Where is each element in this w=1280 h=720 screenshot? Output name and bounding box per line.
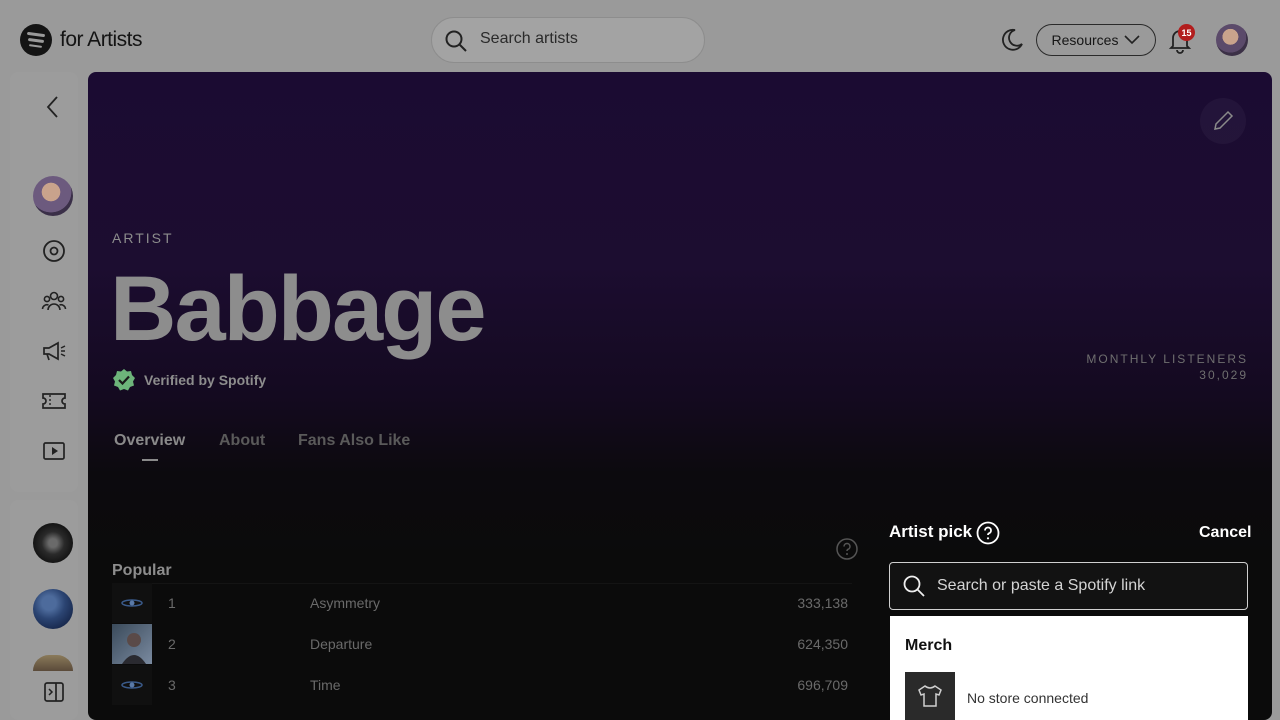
spotify-for-artists-logo[interactable]: for Artists: [20, 24, 143, 56]
help-question-icon[interactable]: [836, 538, 858, 560]
artist-switch-avatar[interactable]: [33, 655, 73, 671]
user-avatar[interactable]: [1216, 24, 1248, 56]
artist-type-label: ARTIST: [112, 230, 174, 246]
merch-item-text[interactable]: No store connected: [967, 690, 1088, 706]
verified-badge: Verified by Spotify: [112, 368, 266, 392]
resources-dropdown-button[interactable]: Resources: [1036, 24, 1156, 56]
monthly-listeners-value: 30,029: [1199, 368, 1248, 382]
search-icon: [445, 30, 467, 52]
sidebar-artist-switcher: [10, 500, 78, 720]
audience-people-icon[interactable]: [41, 288, 67, 314]
tab-fans-also-like[interactable]: Fans Also Like: [298, 432, 410, 450]
track-row[interactable]: 1 Asymmetry 333,138: [112, 583, 852, 623]
artist-pick-search-input[interactable]: [937, 577, 1227, 595]
monthly-listeners-label: MONTHLY LISTENERS: [1086, 352, 1248, 366]
tshirt-icon: [918, 685, 942, 707]
merch-item-thumbnail[interactable]: [905, 672, 955, 720]
tab-overview[interactable]: Overview: [114, 432, 185, 450]
artist-switch-avatar[interactable]: [33, 589, 73, 629]
cancel-button[interactable]: Cancel: [1199, 524, 1251, 542]
search-input[interactable]: [480, 30, 680, 48]
track-artwork: [112, 624, 152, 664]
pencil-icon: [1214, 110, 1234, 130]
popular-heading: Popular: [112, 562, 172, 579]
artist-pick-search[interactable]: [889, 562, 1248, 610]
notification-count-badge: 15: [1178, 24, 1195, 41]
video-play-icon[interactable]: [41, 438, 67, 464]
logo-text: for Artists: [60, 28, 143, 51]
verified-label: Verified by Spotify: [144, 372, 267, 388]
track-artwork: [112, 583, 152, 623]
track-plays: 624,350: [797, 636, 848, 652]
hero-moon-image: [733, 106, 833, 280]
track-plays: 696,709: [797, 677, 848, 693]
track-row[interactable]: 3 Time 696,709: [112, 665, 852, 705]
track-number: 3: [168, 677, 176, 693]
track-number: 2: [168, 636, 176, 652]
search-bar[interactable]: [431, 17, 705, 63]
artist-avatar[interactable]: [33, 176, 73, 216]
track-title: Time: [310, 677, 341, 693]
track-title: Departure: [310, 636, 373, 652]
track-number: 1: [168, 595, 176, 611]
track-row[interactable]: 2 Departure 624,350: [112, 624, 852, 664]
artist-switch-avatar[interactable]: [33, 523, 73, 563]
artist-name-heading: Babbage: [110, 258, 487, 360]
search-icon: [903, 575, 925, 597]
help-question-icon[interactable]: [976, 521, 1000, 545]
collapse-back-chevron-icon[interactable]: [41, 94, 67, 120]
chevron-down-icon: [1124, 35, 1141, 45]
artist-pick-dropdown: Merch No store connected: [890, 616, 1248, 720]
verified-check-icon: [113, 369, 135, 391]
merch-section-heading: Merch: [905, 637, 953, 654]
track-plays: 333,138: [797, 595, 848, 611]
track-title: Asymmetry: [310, 595, 380, 611]
dark-mode-toggle-icon[interactable]: [998, 26, 1026, 54]
music-disc-icon[interactable]: [41, 238, 67, 264]
tab-about[interactable]: About: [219, 432, 265, 450]
artist-pick-title: Artist pick: [889, 522, 973, 541]
sidebar: [10, 72, 78, 492]
edit-profile-button[interactable]: [1200, 98, 1246, 144]
track-artwork: [112, 665, 152, 705]
megaphone-campaigns-icon[interactable]: [41, 338, 67, 364]
active-tab-indicator: [142, 459, 158, 461]
ticket-icon[interactable]: [41, 388, 67, 414]
spotify-logo-icon: [20, 24, 52, 56]
resources-label: Resources: [1051, 32, 1119, 48]
sidebar-panel-toggle-icon[interactable]: [42, 680, 66, 704]
